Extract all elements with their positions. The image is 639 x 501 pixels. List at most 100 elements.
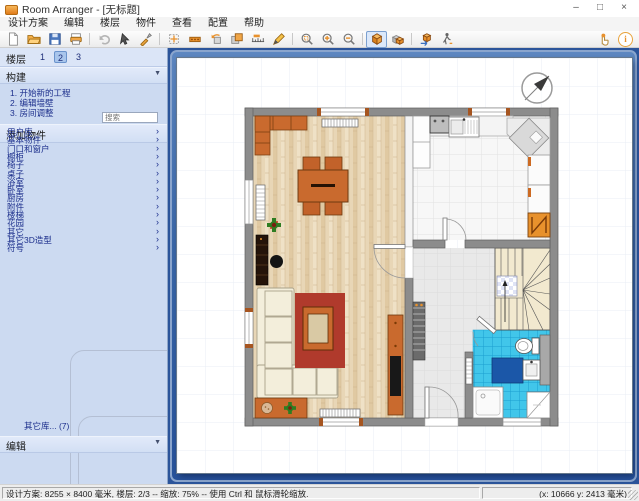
menu-view[interactable]: 查看 <box>164 17 200 31</box>
radiator-bathroom <box>466 358 472 384</box>
menu-help[interactable]: 帮助 <box>236 17 272 31</box>
bathroom-sink <box>523 360 540 380</box>
menu-objects[interactable]: 物件 <box>128 17 164 31</box>
staircase <box>495 248 550 330</box>
category-garden[interactable]: 花园› <box>0 219 167 227</box>
move-object-icon[interactable] <box>163 31 184 48</box>
title-bar: Room Arranger - [无标题] – □ × <box>0 0 639 18</box>
floor-plan[interactable] <box>177 58 632 473</box>
category-symbols[interactable]: 符号› <box>0 244 167 252</box>
toolbar-separator <box>292 33 293 45</box>
tv-screen <box>390 356 401 396</box>
build-step-room-adjust[interactable]: 3. 房间调整 <box>10 109 53 118</box>
undo-icon[interactable] <box>93 31 114 48</box>
fridge-column <box>413 116 430 168</box>
build-step-new-project[interactable]: 1. 开始新的工程 <box>10 89 70 98</box>
radiator-bottom <box>320 409 360 417</box>
window-top-right <box>468 108 510 116</box>
bathtub-mat <box>492 358 523 383</box>
menu-edit[interactable]: 编辑 <box>56 17 92 31</box>
search-input[interactable] <box>102 112 158 123</box>
category-bedroom[interactable]: 卧室› <box>0 186 167 194</box>
save-file-icon[interactable] <box>44 31 65 48</box>
app-icon <box>5 5 18 15</box>
status-plan-info: 设计方案: 8255 × 8400 毫米, 楼层: 2/3 -- 缩放: 75%… <box>2 487 480 499</box>
radiator-left <box>256 185 265 220</box>
collapse-icon[interactable]: ▼ <box>154 439 161 446</box>
category-chairs[interactable]: 椅子› <box>0 161 167 169</box>
menu-bar: 设计方案 编辑 楼层 物件 查看 配置 帮助 <box>0 17 639 31</box>
print-icon[interactable] <box>65 31 86 48</box>
category-tables[interactable]: 桌子› <box>0 170 167 178</box>
category-bathroom[interactable]: 浴室› <box>0 178 167 186</box>
rotate-object-icon[interactable] <box>205 31 226 48</box>
kitchen-sink <box>449 117 479 137</box>
drawing-canvas[interactable] <box>168 48 639 484</box>
resize-grip[interactable] <box>628 490 638 500</box>
round-speaker <box>270 255 283 268</box>
objects-3d-icon[interactable] <box>387 31 408 48</box>
align-dots-icon[interactable] <box>184 31 205 48</box>
build-step-edit-walls[interactable]: 2. 编辑墙壁 <box>10 99 53 108</box>
open-file-icon[interactable] <box>23 31 44 48</box>
duplicate-object-icon[interactable] <box>226 31 247 48</box>
toolbar-separator <box>362 33 363 45</box>
zoom-in-icon[interactable] <box>317 31 338 48</box>
floors-label: 楼层 <box>6 51 26 66</box>
window-title: Room Arranger - [无标题] <box>22 2 140 17</box>
zoom-selection-icon[interactable] <box>296 31 317 48</box>
window-top-left <box>317 108 369 116</box>
toolbar-separator <box>411 33 412 45</box>
side-table <box>255 398 307 418</box>
zoom-out-icon[interactable] <box>338 31 359 48</box>
view-3d-icon[interactable] <box>366 31 387 48</box>
chevron-right-icon: › <box>156 243 159 251</box>
window-left-upper <box>245 180 253 224</box>
tall-shelf <box>256 235 268 285</box>
toilet <box>516 338 540 354</box>
sidebar: 楼层 1 2 3 构建 ▼ 1. 开始新的工程 2. 编辑墙壁 3. 房间调整 … <box>0 48 168 484</box>
zigzag-cabinet <box>528 213 550 237</box>
floor-tab-2[interactable]: 2 <box>54 51 67 63</box>
close-button[interactable]: × <box>613 1 635 15</box>
section-edit-header[interactable]: 编辑 ▼ <box>0 436 167 453</box>
category-other-3d[interactable]: 其它3D造型› <box>0 236 167 244</box>
floor-tab-3[interactable]: 3 <box>72 51 85 63</box>
kitchen-counter <box>430 116 513 137</box>
shower-cabin <box>527 392 550 418</box>
measure-tape-icon[interactable] <box>247 31 268 48</box>
floor-tab-1[interactable]: 1 <box>36 51 49 63</box>
walk-through-icon[interactable] <box>436 31 457 48</box>
status-coordinates: (x: 10666 y: 2413 毫米) <box>482 487 632 499</box>
menu-settings[interactable]: 配置 <box>200 17 236 31</box>
category-cabinets[interactable]: 橱柜› <box>0 153 167 161</box>
new-file-icon[interactable] <box>2 31 23 48</box>
category-stairs[interactable]: 楼梯› <box>0 211 167 219</box>
shower-tray <box>473 387 503 418</box>
toolbar-separator <box>159 33 160 45</box>
window-bottom-left <box>319 418 363 426</box>
radiator-top <box>322 119 358 127</box>
format-brush-icon[interactable] <box>135 31 156 48</box>
collapse-icon[interactable]: ▼ <box>154 70 161 77</box>
menu-design[interactable]: 设计方案 <box>0 17 56 31</box>
info-icon[interactable]: i <box>618 32 633 47</box>
export-3d-icon[interactable] <box>415 31 436 48</box>
section-build-header[interactable]: 构建 ▼ <box>0 67 167 84</box>
window-left-lower <box>245 308 253 348</box>
status-bar: 设计方案: 8255 × 8400 毫米, 楼层: 2/3 -- 缩放: 75%… <box>0 484 639 501</box>
draw-pencil-icon[interactable] <box>268 31 289 48</box>
select-pointer-icon[interactable] <box>114 31 135 48</box>
minimize-button[interactable]: – <box>565 1 587 15</box>
other-libraries-link[interactable]: 其它库... (7) <box>24 420 69 432</box>
category-doors-windows[interactable]: 门口和窗户› <box>0 145 167 153</box>
category-kitchen[interactable]: 厨房› <box>0 194 167 202</box>
plan-page[interactable] <box>177 58 632 473</box>
shoe-rack <box>413 302 425 360</box>
category-accessories[interactable]: 附件› <box>0 203 167 211</box>
window-bottom-right <box>503 418 541 426</box>
menu-floors[interactable]: 楼层 <box>92 17 128 31</box>
maximize-button[interactable]: □ <box>589 1 611 15</box>
tv-cabinet <box>388 315 403 415</box>
touch-mode-icon[interactable] <box>593 31 614 48</box>
